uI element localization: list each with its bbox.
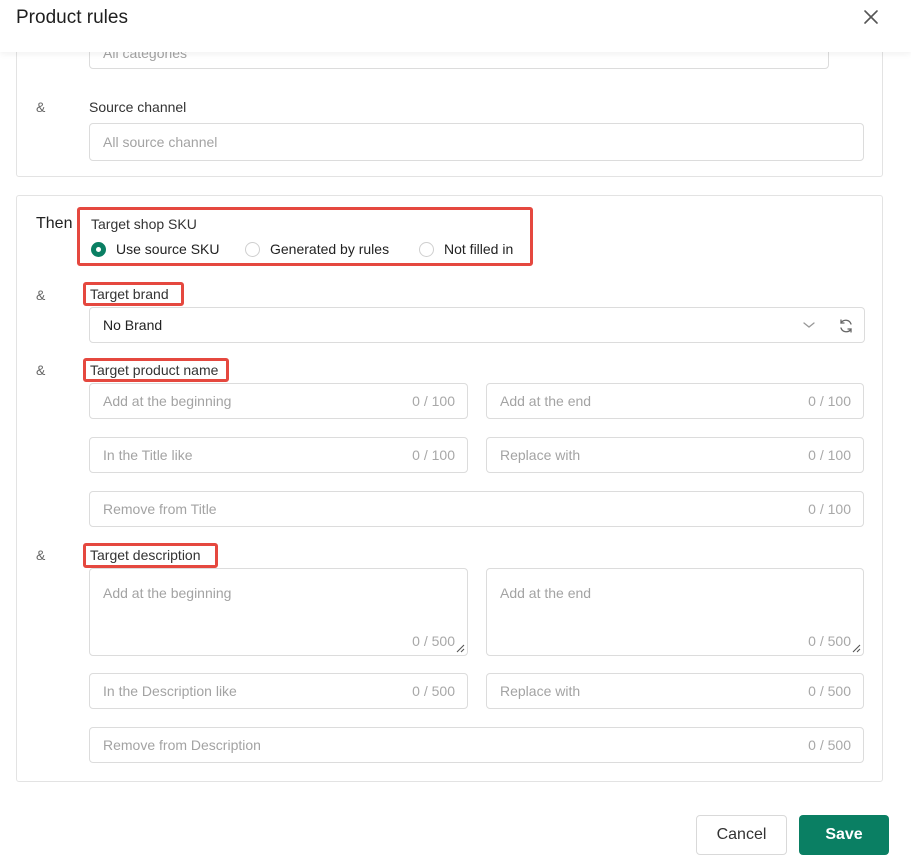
char-count: 0 / 100 xyxy=(808,501,851,517)
placeholder: Add at the beginning xyxy=(103,393,232,409)
target-rules-card: Then Target shop SKU Use source SKU Gene… xyxy=(16,195,883,782)
char-count: 0 / 100 xyxy=(412,447,455,463)
name-title-like-input[interactable]: In the Title like 0 / 100 xyxy=(89,437,468,473)
desc-remove-from-description-input[interactable]: Remove from Description 0 / 500 xyxy=(89,727,864,763)
desc-add-beginning-textarea[interactable]: Add at the beginning 0 / 500 xyxy=(89,568,468,656)
refresh-icon xyxy=(840,319,852,333)
char-count: 0 / 500 xyxy=(808,633,851,649)
source-channel-select[interactable]: All source channel xyxy=(89,123,864,161)
category-placeholder: All categories xyxy=(103,52,188,61)
char-count: 0 / 500 xyxy=(412,683,455,699)
then-label: Then xyxy=(36,215,73,232)
placeholder: Add at the beginning xyxy=(103,585,232,601)
desc-description-like-input[interactable]: In the Description like 0 / 500 xyxy=(89,673,468,709)
and-operator: & xyxy=(36,99,46,115)
char-count: 0 / 500 xyxy=(808,737,851,753)
name-add-beginning-input[interactable]: Add at the beginning 0 / 100 xyxy=(89,383,468,419)
and-operator: & xyxy=(36,547,46,563)
placeholder: Remove from Title xyxy=(103,501,217,517)
category-select[interactable]: All categories xyxy=(89,52,829,69)
source-channel-placeholder: All source channel xyxy=(103,134,218,150)
desc-add-end-textarea[interactable]: Add at the end 0 / 500 xyxy=(486,568,864,656)
resize-handle-icon[interactable] xyxy=(851,643,861,653)
chevron-down-icon xyxy=(803,322,815,328)
cancel-button[interactable]: Cancel xyxy=(696,815,787,855)
name-add-end-input[interactable]: Add at the end 0 / 100 xyxy=(486,383,864,419)
resize-handle-icon[interactable] xyxy=(455,643,465,653)
refresh-brand-button[interactable] xyxy=(828,307,865,343)
placeholder: In the Title like xyxy=(103,447,193,463)
name-replace-with-input[interactable]: Replace with 0 / 100 xyxy=(486,437,864,473)
char-count: 0 / 100 xyxy=(808,447,851,463)
highlight-box xyxy=(83,282,184,306)
placeholder: Add at the end xyxy=(500,585,592,601)
highlight-box xyxy=(83,358,229,382)
char-count: 0 / 500 xyxy=(412,633,455,649)
char-count: 0 / 100 xyxy=(808,393,851,409)
name-remove-from-title-input[interactable]: Remove from Title 0 / 100 xyxy=(89,491,864,527)
highlight-box xyxy=(83,543,218,568)
source-conditions-card: All categories & Source channel All sour… xyxy=(16,52,883,177)
placeholder: Replace with xyxy=(500,447,581,463)
source-channel-label: Source channel xyxy=(89,99,187,115)
char-count: 0 / 100 xyxy=(412,393,455,409)
char-count: 0 / 500 xyxy=(808,683,851,699)
and-operator: & xyxy=(36,287,46,303)
search-icon[interactable] xyxy=(843,52,863,57)
desc-replace-with-input[interactable]: Replace with 0 / 500 xyxy=(486,673,864,709)
placeholder: Add at the end xyxy=(500,393,592,409)
dialog-body[interactable]: All categories & Source channel All sour… xyxy=(0,52,911,868)
dialog-title: Product rules xyxy=(16,7,128,28)
close-icon[interactable] xyxy=(860,6,882,28)
target-brand-select[interactable]: No Brand xyxy=(89,307,829,343)
placeholder: Replace with xyxy=(500,683,581,699)
highlight-box xyxy=(77,207,533,266)
placeholder: Remove from Description xyxy=(103,737,261,753)
dialog-header: Product rules xyxy=(0,0,911,52)
target-brand-value: No Brand xyxy=(103,317,163,333)
save-button[interactable]: Save xyxy=(799,815,889,855)
placeholder: In the Description like xyxy=(103,683,237,699)
and-operator: & xyxy=(36,362,46,378)
